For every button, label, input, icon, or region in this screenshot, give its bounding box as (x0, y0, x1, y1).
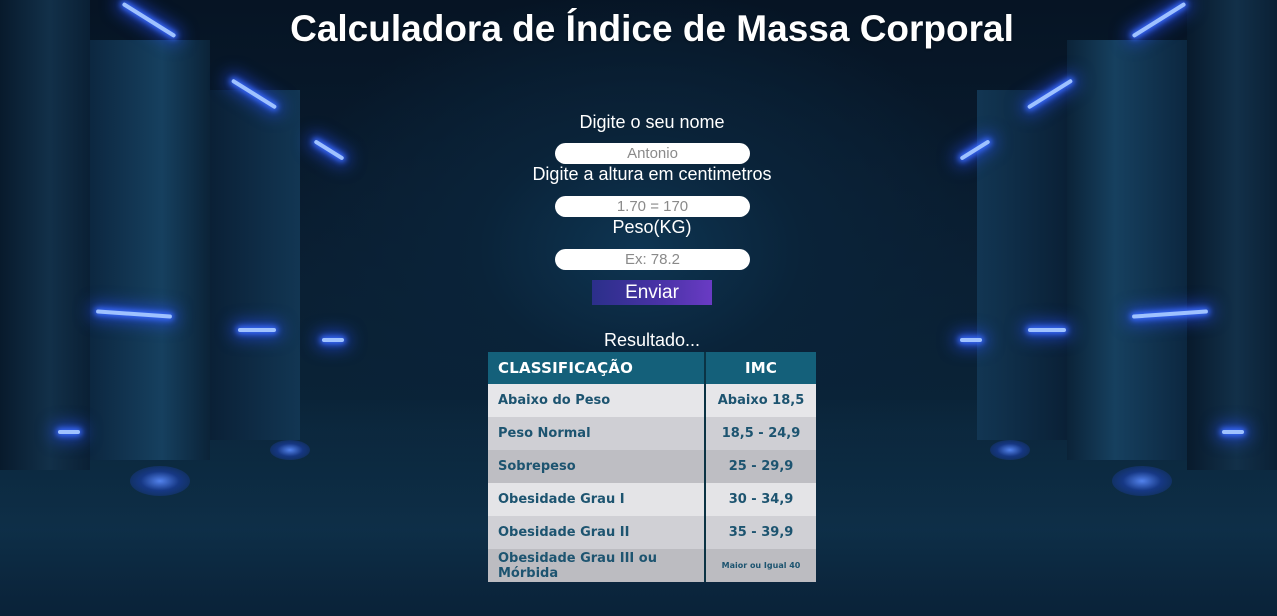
imc-cell: Abaixo 18,5 (704, 384, 816, 417)
imc-cell: 30 - 34,9 (704, 483, 816, 516)
classification-cell: Sobrepeso (488, 450, 705, 483)
imc-classification-table: CLASSIFICAÇÃO IMC Abaixo do Peso Abaixo … (488, 352, 816, 582)
table-row: Obesidade Grau II 35 - 39,9 (488, 516, 816, 549)
result-label: Resultado... (603, 330, 701, 350)
height-input[interactable] (555, 196, 750, 217)
imc-cell: 35 - 39,9 (704, 516, 816, 549)
header-imc: IMC (704, 352, 816, 384)
table-row: Peso Normal 18,5 - 24,9 (488, 417, 816, 450)
table-row: Obesidade Grau I 30 - 34,9 (488, 483, 816, 516)
table-row: Sobrepeso 25 - 29,9 (488, 450, 816, 483)
name-input[interactable] (555, 143, 750, 164)
classification-cell: Abaixo do Peso (488, 384, 705, 417)
classification-cell: Obesidade Grau III ou Mórbida (488, 549, 705, 582)
table-header-row: CLASSIFICAÇÃO IMC (488, 352, 816, 384)
imc-cell: 25 - 29,9 (704, 450, 816, 483)
page-content: Calculadora de Índice de Massa Corporal … (0, 0, 1277, 616)
imc-cell: Maior ou Igual 40 (704, 549, 816, 582)
table-row: Abaixo do Peso Abaixo 18,5 (488, 384, 816, 417)
table-row: Obesidade Grau III ou Mórbida Maior ou I… (488, 549, 816, 582)
classification-cell: Peso Normal (488, 417, 705, 450)
weight-label: Peso(KG) (612, 217, 692, 237)
submit-button[interactable]: Enviar (592, 280, 712, 305)
classification-cell: Obesidade Grau II (488, 516, 705, 549)
classification-cell: Obesidade Grau I (488, 483, 705, 516)
weight-input[interactable] (555, 249, 750, 270)
imc-cell: 18,5 - 24,9 (704, 417, 816, 450)
name-label: Digite o seu nome (579, 112, 725, 132)
page-title: Calculadora de Índice de Massa Corporal (290, 8, 1014, 49)
header-classification: CLASSIFICAÇÃO (488, 352, 705, 384)
height-label: Digite a altura em centimetros (532, 164, 772, 184)
